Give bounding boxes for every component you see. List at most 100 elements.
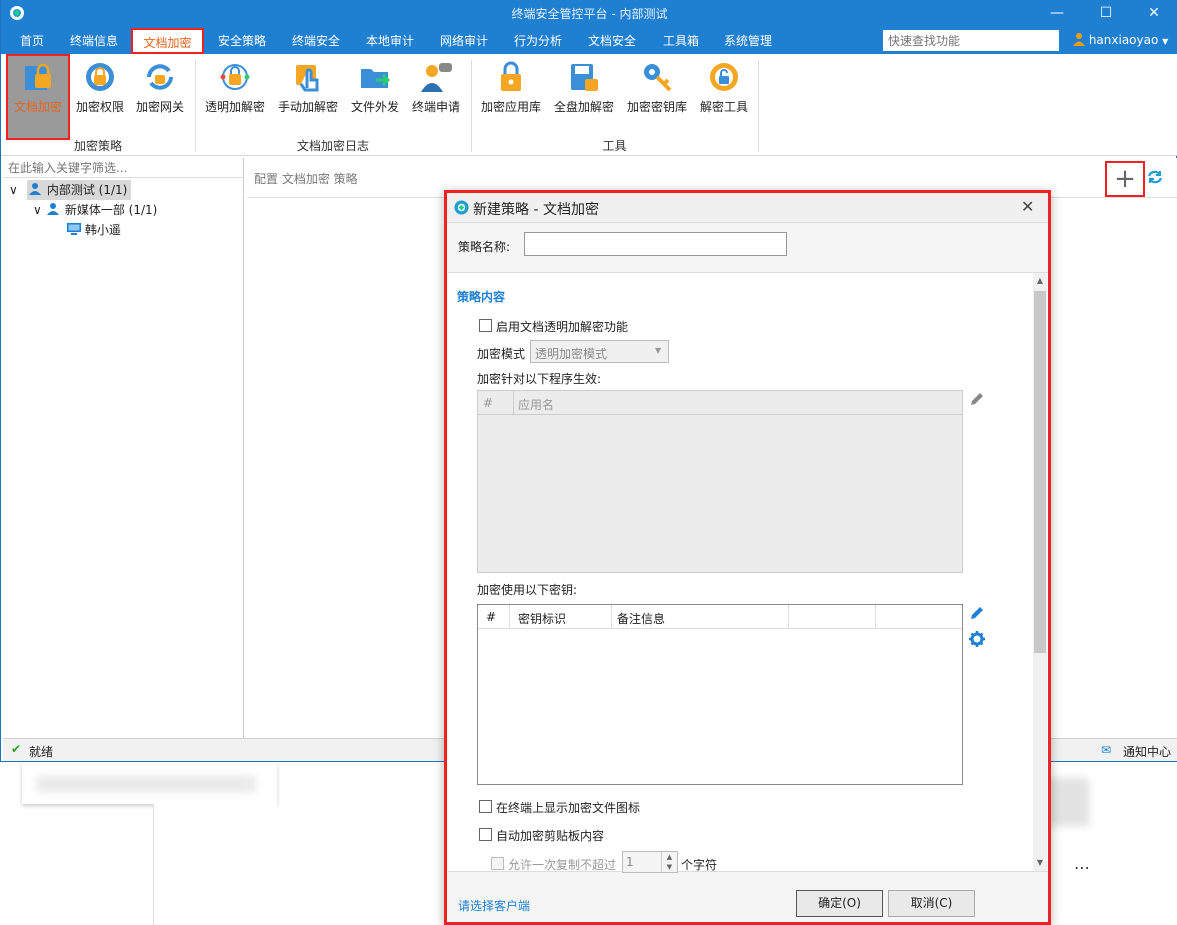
ok-button[interactable]: 确定(O) [796,890,883,917]
copy-limit-unit: 个字符 [681,858,718,872]
dialog-title-bar: 新建策略 - 文档加密 ✕ [447,193,1048,223]
ribbon-full-disk-crypt-button[interactable]: 全盘加解密 [551,56,617,138]
show-icon-checkbox[interactable] [479,800,492,813]
clipboard-checkbox[interactable] [479,828,492,841]
user-chat-icon [421,63,452,92]
select-client-link[interactable]: 请选择客户端 [458,897,530,914]
menu-network-audit[interactable]: 网络审计 [431,26,497,54]
copy-limit-checkbox[interactable] [491,857,504,870]
ribbon-file-outgoing-button[interactable]: 文件外发 [343,56,407,138]
column-divider [513,391,514,415]
ribbon-label: 手动加解密 [277,100,338,114]
ribbon-group-label: 加密策略 [73,139,122,153]
column-divider [788,605,789,629]
menu-toolbox[interactable]: 工具箱 [653,26,709,54]
network-lock-icon [220,64,250,90]
ribbon-key-library-button[interactable]: 加密密钥库 [624,56,690,138]
stepper-arrows-icon[interactable]: ▲ ▼ [661,852,677,872]
pencil-icon[interactable] [969,391,985,407]
ribbon-label: 文档加密 [13,100,62,114]
mode-select[interactable]: 透明加密模式 ▼ [530,340,669,363]
ribbon-encrypt-app-library-button[interactable]: 加密应用库 [478,56,544,138]
tree-filter-input[interactable] [3,158,243,178]
mail-icon: ✉ [1101,743,1112,757]
menu-home[interactable]: 首页 [9,26,55,54]
column-header: # [483,396,494,410]
ribbon-terminal-request-button[interactable]: 终端申请 [404,56,468,138]
programs-table: # 应用名 [477,390,963,573]
ribbon-decrypt-tool-button[interactable]: 解密工具 [692,56,756,138]
copy-limit-value: 1 [626,855,634,869]
minimize-icon[interactable]: — [1037,2,1077,24]
ribbon-encrypt-permission-button[interactable]: 加密权限 [68,56,132,138]
ribbon-label: 加密权限 [75,100,124,114]
menu-terminal-security[interactable]: 终端安全 [283,26,349,54]
scrollbar[interactable]: ▲ ▼ [1033,273,1047,871]
tree-node-root[interactable]: 内部测试 (1/1) [27,180,132,200]
chevron-down-icon: ▼ [655,346,662,355]
mode-label: 加密模式 [477,347,526,361]
tree-expand-icon[interactable]: ∨ [9,180,18,200]
gear-icon[interactable] [969,631,985,647]
scroll-down-icon[interactable]: ▼ [1033,855,1047,871]
close-window-icon[interactable]: ✕ [1134,2,1174,24]
refresh-icon[interactable] [1147,169,1163,185]
section-title: 策略内容 [457,290,506,304]
scroll-up-icon[interactable]: ▲ [1033,273,1047,289]
menu-behavior-analysis[interactable]: 行为分析 [505,26,571,54]
keys-label: 加密使用以下密钥: [477,583,578,597]
ribbon-encrypt-gateway-button[interactable]: 加密网关 [128,56,192,138]
more-icon[interactable]: ⋯ [1074,858,1090,877]
user-icon [1073,33,1085,46]
ribbon-label: 全盘加解密 [553,100,614,114]
window-title: 终端安全管控平台 - 内部测试 [511,7,668,21]
new-policy-dialog: 新建策略 - 文档加密 ✕ 策略名称: 策略内容 启用文档透明加解密功能 加密模… [444,190,1051,925]
copy-limit-label: 允许一次复制不超过 [508,858,617,872]
ribbon-label: 解密工具 [699,100,748,114]
user-menu[interactable]: hanxiaoyao ▼ [1073,32,1168,47]
tree-node-terminal[interactable]: 韩小遥 [67,220,121,240]
tree-node-dept[interactable]: 新媒体一部 (1/1) [47,200,157,220]
column-divider [611,605,612,629]
pencil-icon[interactable] [969,605,985,621]
menu-local-audit[interactable]: 本地审计 [357,26,423,54]
tree-expand-icon[interactable]: ∨ [33,200,42,220]
ribbon-label: 加密应用库 [480,100,541,114]
enable-crypt-checkbox[interactable] [479,319,492,332]
ribbon-transparent-crypt-button[interactable]: 透明加解密 [202,56,268,138]
show-icon-label: 在终端上显示加密文件图标 [496,801,641,815]
column-divider [509,605,510,629]
notification-center-link[interactable]: 通知中心 [1123,743,1171,760]
disk-lock-icon [571,64,598,91]
menu-doc-security[interactable]: 文档安全 [579,26,645,54]
ribbon-toolbar: 文档加密 加密权限 加密网关 透明加解密 手动加解密 文件外发 终端申请 加密应… [1,54,1177,156]
close-icon[interactable]: ✕ [1021,197,1034,216]
menu-doc-encrypt[interactable]: 文档加密 [131,28,204,54]
folder-send-icon [361,69,391,88]
quick-search-input[interactable] [883,30,1059,51]
policy-name-input[interactable] [524,232,787,256]
ribbon-label: 加密密钥库 [626,100,687,114]
menu-system-admin[interactable]: 系统管理 [715,26,781,54]
chevron-down-icon: ▼ [1162,37,1169,46]
ribbon-group-label: 工具 [602,139,627,153]
scrollbar-thumb[interactable] [1034,291,1046,653]
clipboard-label: 自动加密剪贴板内容 [496,829,605,843]
mode-select-value: 透明加密模式 [535,347,608,361]
ribbon-doc-encrypt-button[interactable]: 文档加密 [6,54,70,140]
user-name: hanxiaoyao [1088,33,1159,47]
enable-crypt-label: 启用文档透明加解密功能 [496,320,629,334]
menu-terminal-info[interactable]: 终端信息 [61,26,127,54]
dialog-title: 新建策略 - 文档加密 [473,202,599,218]
cancel-button[interactable]: 取消(C) [888,890,975,917]
lock-gear-icon [86,63,114,91]
copy-limit-stepper[interactable]: 1 ▲ ▼ [622,851,678,873]
programs-label: 加密针对以下程序生效: [477,372,602,386]
maximize-icon[interactable]: ☐ [1086,2,1126,24]
folder-lock-icon [25,63,51,90]
hand-click-icon [296,65,319,92]
dialog-content: 策略内容 启用文档透明加解密功能 加密模式 透明加密模式 ▼ 加密针对以下程序生… [448,272,1048,873]
add-policy-button[interactable]: + [1105,161,1145,197]
menu-security-policy[interactable]: 安全策略 [209,26,275,54]
ribbon-manual-crypt-button[interactable]: 手动加解密 [275,56,341,138]
